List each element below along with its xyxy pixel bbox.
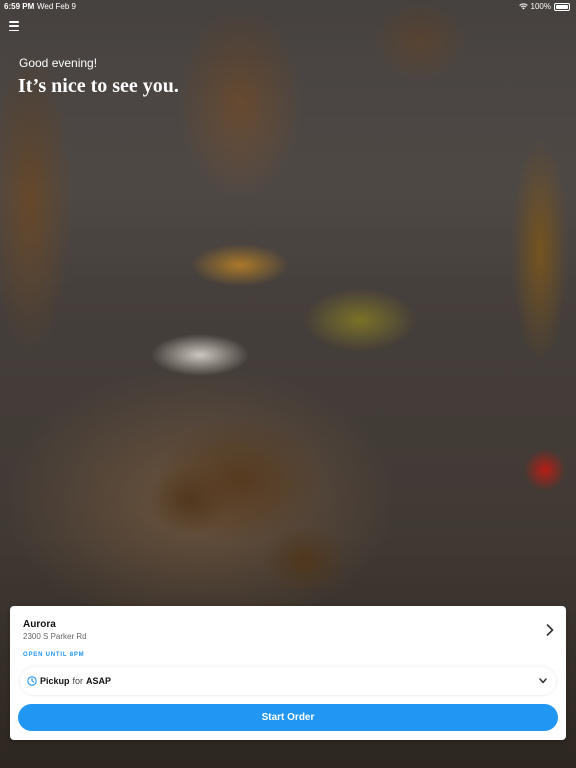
pickup-summary: Pickup for ASAP: [40, 676, 111, 686]
pickup-time-selector[interactable]: Pickup for ASAP: [20, 667, 556, 695]
status-date: Wed Feb 9: [37, 2, 76, 11]
location-hours: OPEN UNTIL 8PM: [23, 652, 85, 658]
chevron-right-icon[interactable]: [546, 624, 554, 636]
order-card: Aurora 2300 S Parker Rd OPEN UNTIL 8PM P…: [10, 606, 566, 740]
battery-percentage: 100%: [530, 2, 551, 11]
order-mode: Pickup: [40, 676, 70, 686]
menu-button[interactable]: [9, 21, 19, 31]
status-indicators: 100%: [518, 2, 570, 11]
location-name: Aurora: [23, 619, 56, 630]
hamburger-menu-icon: [9, 21, 19, 23]
status-time: 6:59 PM: [4, 2, 35, 11]
order-mode-connector: for: [72, 676, 84, 686]
status-bar: 6:59 PM Wed Feb 9 100%: [0, 0, 576, 12]
greeting-text: Good evening!: [19, 56, 98, 70]
headline-text: It’s nice to see you.: [18, 75, 179, 97]
order-time: ASAP: [86, 676, 112, 686]
clock-icon: [27, 676, 37, 686]
location-address: 2300 S Parker Rd: [23, 632, 87, 641]
wifi-icon: [518, 3, 528, 10]
start-order-button[interactable]: Start Order: [18, 704, 558, 731]
chevron-down-icon: [539, 678, 547, 684]
battery-icon: [554, 2, 570, 11]
